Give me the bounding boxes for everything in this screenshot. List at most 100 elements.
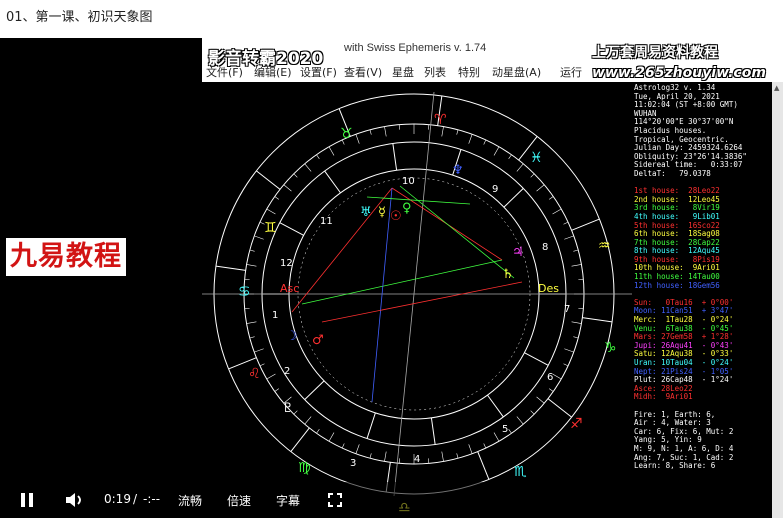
player-controls: 0:19 / -:-- 流畅 倍速 字幕 [0,482,632,518]
video-left-area: 九易教程 [0,38,202,518]
degree-tick [516,163,524,172]
planet-glyph-icon: ♂ [312,333,324,348]
degree-tick [573,249,579,252]
degree-tick [341,443,345,449]
degree-tick [573,336,579,339]
speed-button[interactable]: 倍速 [227,492,251,509]
degree-tick [304,163,312,172]
degree-tick [552,208,562,215]
aspect-line [366,196,471,205]
zodiac-divider [571,218,600,231]
aspect-line [301,259,503,305]
volume-icon[interactable] [64,492,86,508]
degree-tick [536,184,545,192]
time-current: 0:19 [104,492,131,506]
degree-tick [564,235,574,240]
degree-tick [246,321,257,324]
des-label: Des [538,282,559,295]
info-line: Midh: 9Ari01 [634,392,693,402]
planet-glyph-icon: ♄ [502,267,514,282]
time-total: -:-- [143,492,161,506]
house-number: 12 [280,258,293,269]
zodiac-glyph-icon: ♊ [264,220,277,236]
menu-animate[interactable]: 动星盘(A) [492,64,541,80]
degree-tick [456,453,459,459]
degree-tick [293,410,298,415]
degree-tick [293,173,298,178]
house-number: 8 [542,242,548,253]
app-title: with Swiss Ephemeris v. 1.74 [344,42,487,54]
house-cusp-line [392,143,398,171]
house-cusp-line [430,417,436,445]
house-number: 10 [402,176,415,187]
house-cusp-line [366,412,376,439]
aspect-line [371,187,393,403]
degree-tick [483,139,487,145]
house-number: 1 [272,310,278,321]
house-cusp-line [304,380,325,400]
zodiac-glyph-icon: ♍ [298,460,311,476]
asc-label: Asc [280,282,299,295]
video-player[interactable]: 九易教程 with Swiss Ephemeris v. 1.74 文件(F) … [0,38,783,518]
vertical-scrollbar[interactable]: ▲ [772,82,783,518]
planet-glyph-icon: ♇ [282,401,294,416]
aspect-line [291,187,393,313]
degree-tick [369,129,372,135]
house-cusp-line [503,188,524,208]
house-number: 5 [502,424,508,435]
menu-list[interactable]: 列表 [424,64,446,80]
house-cusp-line [487,394,504,418]
scroll-up-icon[interactable]: ▲ [774,84,779,92]
house-number: 11 [320,216,333,227]
degree-tick [468,444,473,454]
degree-tick [283,184,292,192]
house-cusp-line [279,222,304,236]
planet-glyph-icon: ♃ [512,245,524,260]
degree-tick [304,416,312,425]
degree-tick [530,173,535,178]
menu-run[interactable]: 运行 [560,64,582,80]
brand-banner: 九易教程 [6,238,126,276]
house-number: 7 [564,304,570,315]
degree-tick [328,432,335,442]
degree-tick [493,432,500,442]
menu-chart[interactable]: 星盘 [392,64,414,80]
menu-view[interactable]: 查看(V) [344,64,382,80]
degree-tick [548,388,554,392]
degree-tick [246,264,257,267]
astrolog-window: with Swiss Ephemeris v. 1.74 文件(F) 编辑(E)… [202,38,783,518]
menu-special[interactable]: 特别 [458,64,480,80]
fullscreen-icon[interactable] [328,493,342,507]
degree-tick [274,196,280,200]
zodiac-divider [582,317,613,323]
info-line: Learn: 8, Share: 6 [634,461,716,471]
degree-tick [563,221,569,225]
zodiac-divider [477,451,490,480]
planet-glyph-icon: ☽ [286,329,298,344]
degree-tick [254,348,264,353]
zodiac-glyph-icon: ♈ [434,112,447,128]
zodiac-glyph-icon: ♏ [514,464,527,480]
subtitle-button[interactable]: 字幕 [276,492,300,509]
pause-icon[interactable] [20,493,34,507]
info-line: DeltaT: 79.0378 [634,168,711,178]
degree-tick [571,321,582,324]
zodiac-glyph-icon: ♉ [340,126,353,142]
house-number: 4 [414,454,420,465]
degree-tick [508,428,512,434]
degree-tick [249,336,255,339]
degree-tick [536,396,545,404]
chart-info-panel: Astrolog32 v. 1.34 Tue, April 20, 2021 11:… [634,83,770,484]
degree-tick [441,451,444,462]
degree-tick [259,363,265,367]
watermark-logo: 影音转霸2020 [208,49,324,69]
degree-tick [355,444,360,454]
zodiac-glyph-icon: ♓ [530,150,543,166]
degree-tick [266,373,276,380]
planet-glyph-icon: ♅ [360,205,372,220]
quality-button[interactable]: 流畅 [178,492,202,509]
degree-tick [266,208,276,215]
planet-glyph-icon: ♀ [402,201,412,216]
house-number: 6 [547,372,553,383]
degree-tick [483,443,487,449]
